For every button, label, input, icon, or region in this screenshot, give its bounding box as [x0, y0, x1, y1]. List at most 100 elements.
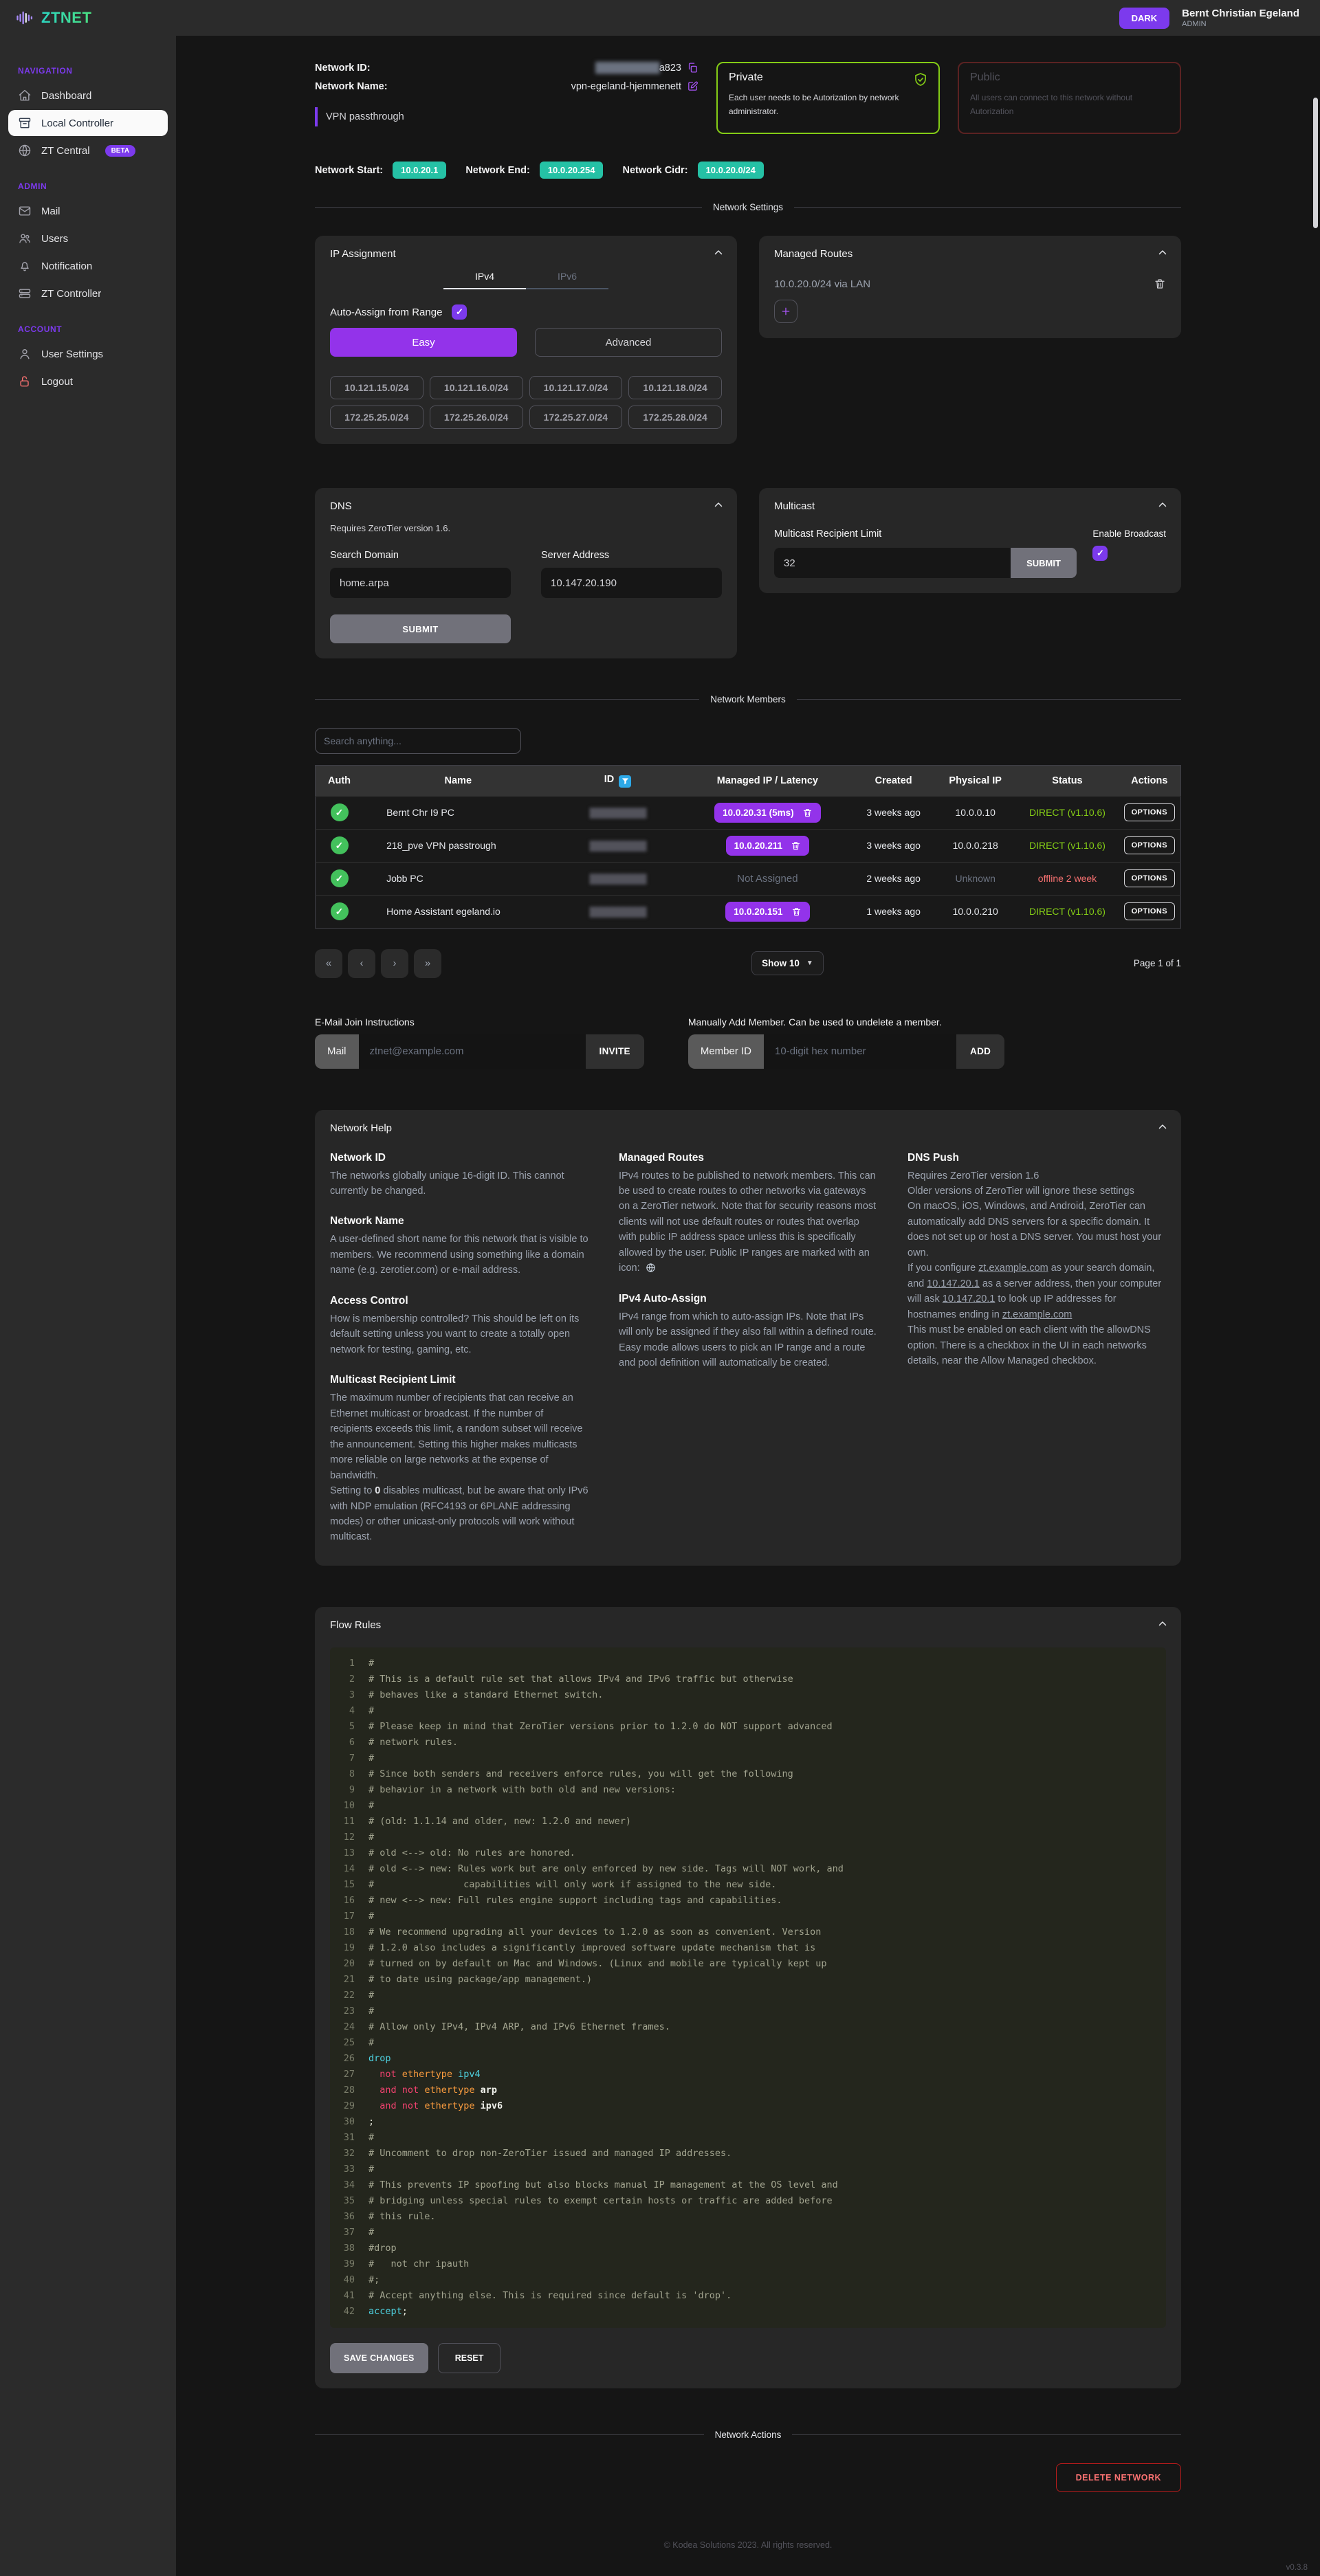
member-options-button[interactable]: OPTIONS [1124, 869, 1175, 887]
managed-ip-badge[interactable]: 10.0.20.151 [725, 902, 809, 922]
auth-check-icon[interactable]: ✓ [331, 803, 349, 821]
auto-assign-checkbox[interactable]: ✓ [452, 304, 467, 320]
trash-icon[interactable] [791, 907, 802, 917]
reset-button[interactable]: RESET [438, 2343, 501, 2373]
scrollbar-thumb[interactable] [1313, 98, 1318, 228]
network-end-label: Network End: [465, 165, 529, 176]
table-row[interactable]: ✓ Home Assistant egeland.io ██████████ 1… [316, 895, 1181, 928]
auth-check-icon[interactable]: ✓ [331, 836, 349, 854]
server-address-input[interactable] [541, 568, 722, 598]
sidebar-item-users[interactable]: Users [8, 225, 168, 252]
ip-range-chip[interactable]: 172.25.27.0/24 [529, 406, 623, 429]
sidebar-item-logout[interactable]: Logout [8, 368, 168, 395]
page-prev-button[interactable]: ‹ [348, 949, 375, 978]
tab-ipv4[interactable]: IPv4 [443, 271, 526, 289]
globe-icon [18, 144, 32, 157]
trash-icon[interactable] [1154, 278, 1166, 290]
tab-ipv6[interactable]: IPv6 [526, 271, 608, 289]
table-row[interactable]: ✓ Bernt Chr I9 PC ██████████ 10.0.20.31 … [316, 796, 1181, 829]
link[interactable]: 10.147.20.1 [943, 1293, 996, 1304]
sidebar-item-mail[interactable]: Mail [8, 198, 168, 224]
members-table-body: ✓ Bernt Chr I9 PC ██████████ 10.0.20.31 … [316, 796, 1181, 928]
easy-mode-button[interactable]: Easy [330, 328, 517, 357]
ip-range-chip[interactable]: 10.121.16.0/24 [430, 376, 523, 399]
filter-funnel-icon[interactable] [619, 775, 631, 788]
network-description[interactable]: VPN passthrough [315, 107, 698, 126]
member-id: ██████████ [589, 907, 646, 917]
ip-range-chip[interactable]: 172.25.25.0/24 [330, 406, 424, 429]
page-next-button[interactable]: › [381, 949, 408, 978]
managed-ip-badge[interactable]: 10.0.20.31 (5ms) [714, 803, 821, 823]
member-created: 3 weeks ago [866, 807, 921, 818]
link[interactable]: zt.example.com [978, 1263, 1048, 1274]
managed-ip-badge[interactable]: 10.0.20.211 [726, 836, 810, 856]
ip-range-chip[interactable]: 172.25.26.0/24 [430, 406, 523, 429]
ip-range-chip[interactable]: 10.121.17.0/24 [529, 376, 623, 399]
theme-toggle-button[interactable]: DARK [1119, 8, 1170, 29]
code-line: 33# [330, 2162, 1166, 2177]
table-row[interactable]: ✓ Jobb PC ██████████ Not Assigned 2 week… [316, 862, 1181, 895]
enable-broadcast-checkbox[interactable]: ✓ [1092, 546, 1108, 561]
code-line: 42accept; [330, 2304, 1166, 2320]
sidebar-item-user-settings[interactable]: User Settings [8, 341, 168, 367]
link[interactable]: zt.example.com [1002, 1309, 1072, 1320]
page-last-button[interactable]: » [414, 949, 441, 978]
trash-icon[interactable] [791, 841, 801, 851]
sidebar-item-zt-central[interactable]: ZT Central BETA [8, 137, 168, 164]
chevron-up-icon[interactable] [1156, 247, 1169, 259]
auth-check-icon[interactable]: ✓ [331, 902, 349, 920]
code-line: 36# this rule. [330, 2209, 1166, 2225]
search-domain-input[interactable] [330, 568, 511, 598]
code-line: 27 not ethertype ipv4 [330, 2067, 1166, 2083]
logo[interactable]: ZTNET [0, 8, 176, 27]
ip-range-chip[interactable]: 10.121.18.0/24 [628, 376, 722, 399]
members-search-input[interactable] [315, 728, 521, 754]
save-changes-button[interactable]: SAVE CHANGES [330, 2343, 428, 2373]
chevron-up-icon[interactable] [1156, 1121, 1169, 1133]
add-member-prefix: Member ID [688, 1034, 764, 1069]
member-options-button[interactable]: OPTIONS [1124, 902, 1175, 920]
invite-button[interactable]: INVITE [586, 1034, 644, 1069]
flow-rules-code[interactable]: 1#2# This is a default rule set that all… [330, 1647, 1166, 2328]
member-id-input[interactable] [764, 1034, 956, 1069]
search-domain-label: Search Domain [330, 550, 511, 561]
sidebar-item-local-controller[interactable]: Local Controller [8, 110, 168, 136]
delete-network-button[interactable]: DELETE NETWORK [1056, 2463, 1181, 2492]
sidebar-item-zt-controller[interactable]: ZT Controller [8, 280, 168, 307]
page-size-select[interactable]: Show 10▼ [751, 951, 824, 975]
copy-icon[interactable] [687, 62, 698, 74]
sidebar-item-notification[interactable]: Notification [8, 253, 168, 279]
multicast-submit-button[interactable]: SUBMIT [1011, 548, 1077, 578]
network-id-masked: ██████████ [595, 63, 659, 74]
sidebar-item-label: Logout [41, 376, 73, 388]
chevron-up-icon[interactable] [712, 247, 725, 259]
access-private-card[interactable]: Private Each user needs to be Autorizati… [716, 62, 940, 134]
table-row[interactable]: ✓ 218_pve VPN passtrough ██████████ 10.0… [316, 829, 1181, 862]
chevron-up-icon[interactable] [712, 499, 725, 511]
link[interactable]: 10.147.20.1 [927, 1278, 980, 1289]
add-member-button[interactable]: ADD [956, 1034, 1004, 1069]
chevron-up-icon[interactable] [1156, 499, 1169, 511]
dns-submit-button[interactable]: SUBMIT [330, 614, 511, 643]
auth-check-icon[interactable]: ✓ [331, 869, 349, 887]
member-options-button[interactable]: OPTIONS [1124, 836, 1175, 854]
edit-icon[interactable] [687, 80, 698, 92]
ip-range-chip[interactable]: 10.121.15.0/24 [330, 376, 424, 399]
code-line: 19# 1.2.0 also includes a significantly … [330, 1940, 1166, 1956]
access-public-card[interactable]: Public All users can connect to this net… [958, 62, 1181, 134]
trash-icon[interactable] [802, 808, 813, 818]
page-first-button[interactable]: « [315, 949, 342, 978]
add-route-button[interactable] [774, 300, 798, 323]
advanced-mode-button[interactable]: Advanced [535, 328, 722, 357]
member-ip-cell: 10.0.20.31 (5ms) [683, 796, 853, 829]
member-options-button[interactable]: OPTIONS [1124, 803, 1175, 821]
ip-range-chip[interactable]: 172.25.28.0/24 [628, 406, 722, 429]
chevron-up-icon[interactable] [1156, 1618, 1169, 1630]
member-created: 1 weeks ago [866, 906, 921, 917]
user-menu[interactable]: Bernt Christian Egeland ADMIN [1182, 8, 1299, 28]
sidebar-item-dashboard[interactable]: Dashboard [8, 82, 168, 109]
code-line: 3# behaves like a standard Ethernet swit… [330, 1687, 1166, 1703]
code-line: 20# turned on by default on Mac and Wind… [330, 1956, 1166, 1972]
multicast-limit-input[interactable] [774, 548, 1011, 578]
invite-email-input[interactable] [359, 1034, 586, 1069]
